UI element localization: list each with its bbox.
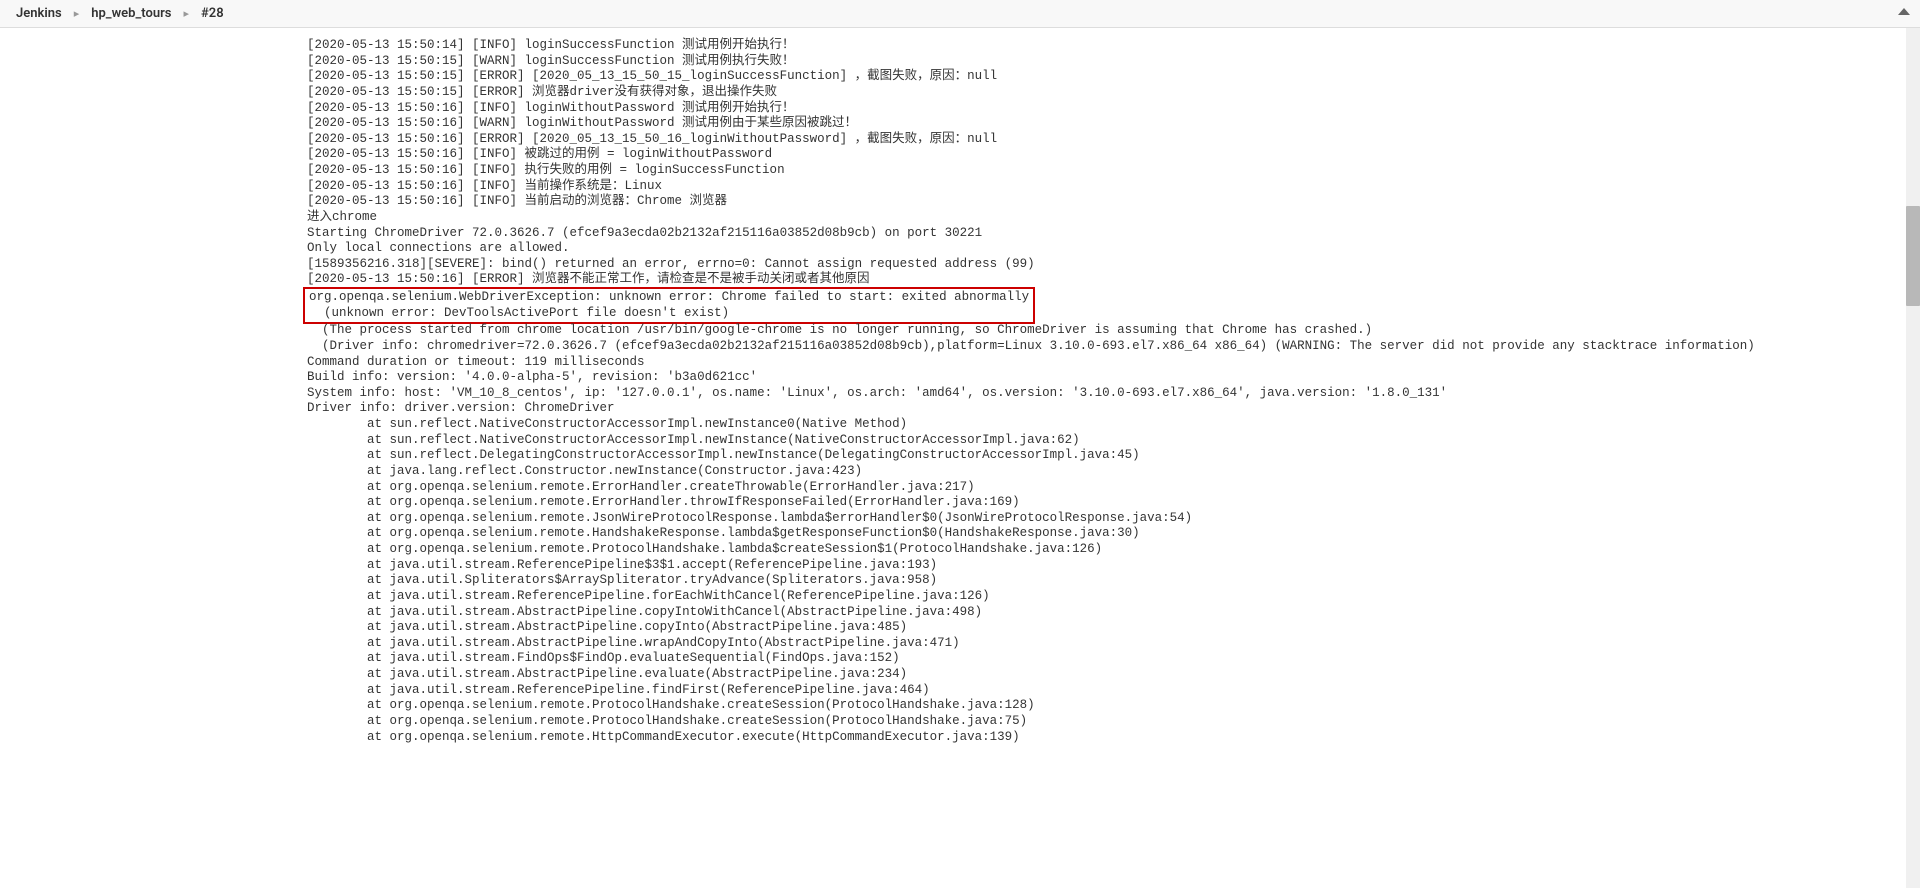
scrollbar-track[interactable] <box>1906 28 1920 888</box>
console-lines-after: (The process started from chrome locatio… <box>307 323 1755 743</box>
breadcrumb-project[interactable]: hp_web_tours <box>91 6 171 21</box>
console-exception-highlight: org.openqa.selenium.WebDriverException: … <box>303 287 1035 324</box>
chevron-right-icon: ▸ <box>74 7 80 20</box>
chevron-right-icon: ▸ <box>183 7 189 20</box>
scroll-top-icon[interactable] <box>1898 8 1910 15</box>
breadcrumb-root[interactable]: Jenkins <box>16 6 62 21</box>
breadcrumb-build[interactable]: #28 <box>201 6 224 21</box>
scrollbar-thumb[interactable] <box>1906 206 1920 306</box>
console-output: [2020-05-13 15:50:14] [INFO] loginSucces… <box>0 28 1920 755</box>
breadcrumb: Jenkins ▸ hp_web_tours ▸ #28 <box>0 0 1920 28</box>
console-lines-before: [2020-05-13 15:50:14] [INFO] loginSucces… <box>307 38 1035 286</box>
